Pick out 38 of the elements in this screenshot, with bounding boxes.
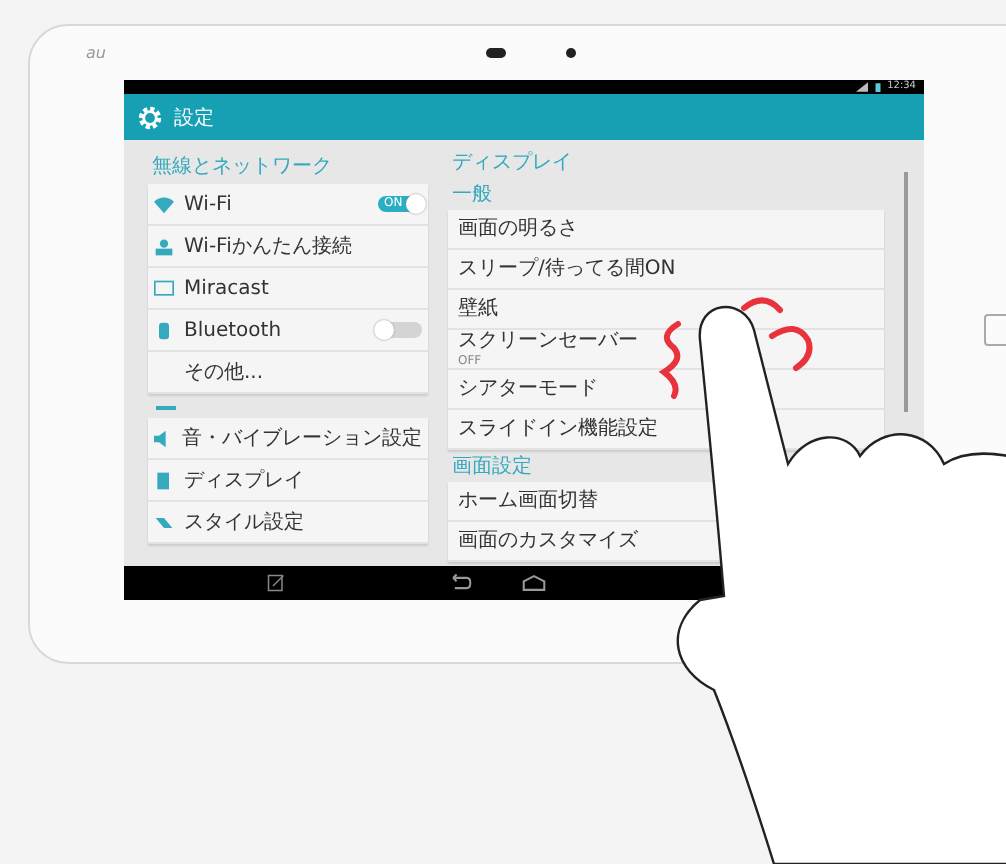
monitor-icon [154, 279, 174, 297]
settings-item[interactable]: 壁紙 [458, 297, 498, 321]
brand-logo: au [86, 44, 106, 62]
settings-item[interactable]: スライドイン機能設定 [458, 417, 658, 441]
settings-item[interactable]: スリープ/待ってる間ON [458, 257, 676, 281]
note-icon[interactable] [264, 574, 288, 592]
settings-item[interactable]: ホーム画面切替 [458, 489, 598, 513]
speaker-slot-icon [485, 48, 506, 58]
section-marker [156, 406, 176, 410]
person-icon [154, 237, 174, 255]
menu-item[interactable]: スタイル設定 [148, 502, 428, 544]
settings-icon[interactable] [136, 103, 164, 131]
wifi-icon [154, 195, 174, 213]
menu-item[interactable]: ディスプレイ [148, 460, 428, 502]
camera-icon [565, 48, 576, 58]
settings-item[interactable]: 画面の明るさ [458, 217, 578, 241]
back-icon[interactable] [448, 574, 472, 592]
menu-item[interactable]: 音・バイブレーション設定 [148, 418, 428, 460]
battery-icon [871, 82, 884, 92]
menu-item[interactable]: その他... [148, 352, 428, 394]
menu-item[interactable]: Wi-Fiかんたん接続 [148, 226, 428, 268]
brush-icon [154, 513, 174, 531]
toggle-switch[interactable] [378, 322, 422, 338]
motion-lines-drawing [740, 292, 816, 372]
settings-item[interactable]: スクリーンセーバー [458, 330, 638, 354]
menu-item[interactable]: Bluetooth [148, 310, 428, 352]
motion-lines-drawing [658, 320, 686, 400]
app-title: 設定 [174, 105, 214, 131]
settings-item[interactable]: シアターモード [458, 377, 598, 401]
page-icon [154, 471, 174, 489]
menu-item[interactable]: Miracast [148, 268, 428, 310]
section-header: 画面設定 [452, 453, 534, 480]
settings-item[interactable]: 画面のカスタマイズ [458, 529, 638, 553]
section-header: 一般 [452, 182, 494, 208]
pane-title: ディスプレイ [452, 149, 574, 176]
section-header: 無線とネットワーク [152, 154, 334, 180]
home-icon[interactable] [522, 574, 546, 592]
bluetooth-icon [154, 321, 174, 339]
